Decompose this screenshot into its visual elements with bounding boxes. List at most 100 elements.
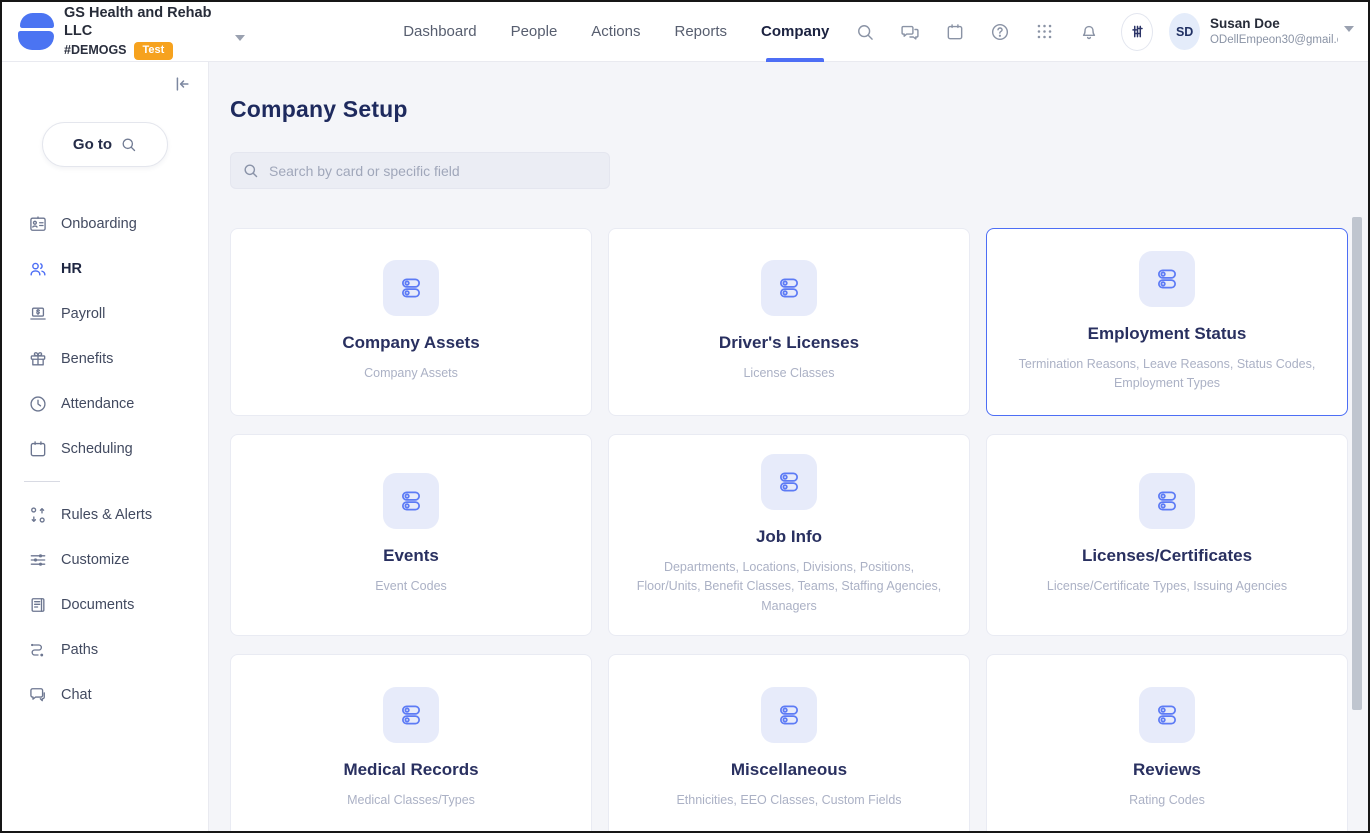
company-name: GS Health and Rehab LLC [64,4,213,40]
sidebar-item-label: Rules & Alerts [61,507,152,523]
user-menu[interactable]: Susan Doe ODellEmpeon30@gmail.co [1210,15,1338,47]
sidebar-item-payroll[interactable]: Payroll [2,291,208,336]
user-name: Susan Doe [1210,15,1338,33]
company-selector[interactable]: GS Health and Rehab LLC #DEMOGS Test [64,4,213,60]
collapse-sidebar-icon[interactable] [172,74,192,94]
sidebar-item-label: Documents [61,597,134,613]
card-medical-records[interactable]: Medical Records Medical Classes/Types [230,654,592,831]
setup-card-grid: Company Assets Company Assets Driver's L… [230,228,1348,831]
nav-actions[interactable]: Actions [591,2,640,61]
id-card-icon [28,214,48,234]
card-subtitle: License Classes [743,364,834,383]
sidebar-item-benefits[interactable]: Benefits [2,336,208,381]
nav-dashboard[interactable]: Dashboard [403,2,476,61]
nav-company[interactable]: Company [761,2,829,61]
sidebar-item-label: Scheduling [61,441,133,457]
filter-sliders-icon [1128,22,1147,41]
chevron-down-icon[interactable] [1344,26,1354,32]
user-email: ODellEmpeon30@gmail.co [1210,33,1338,48]
page-title: Company Setup [230,96,1344,123]
toggles-icon [1139,687,1195,743]
path-icon [28,640,48,660]
card-title: Medical Records [343,760,478,780]
search-icon [242,162,259,179]
nav-reports[interactable]: Reports [675,2,728,61]
main-nav: Dashboard People Actions Reports Company [403,2,829,61]
company-code: #DEMOGS [64,43,127,59]
toggles-icon [1139,473,1195,529]
top-header: GS Health and Rehab LLC #DEMOGS Test Das… [2,2,1368,62]
card-events[interactable]: Events Event Codes [230,434,592,636]
vertical-scrollbar[interactable] [1352,217,1362,710]
sidebar-item-paths[interactable]: Paths [2,627,208,672]
sidebar-item-onboarding[interactable]: Onboarding [2,201,208,246]
sidebar-item-label: Onboarding [61,216,137,232]
hub-settings-button[interactable] [1121,13,1153,51]
goto-label: Go to [73,136,112,153]
toggles-icon [761,687,817,743]
card-licenses-certificates[interactable]: Licenses/Certificates License/Certificat… [986,434,1348,636]
calendar-icon [28,439,48,459]
document-icon [28,595,48,615]
sidebar-menu: Onboarding HR Payroll Benefits Attendanc… [2,201,208,717]
calendar-icon[interactable] [945,22,965,42]
help-icon[interactable] [990,22,1010,42]
card-employment-status[interactable]: Employment Status Termination Reasons, L… [986,228,1348,416]
card-subtitle: Company Assets [364,364,458,383]
card-title: Employment Status [1088,324,1247,344]
sidebar-item-label: Customize [61,552,130,568]
sidebar-item-documents[interactable]: Documents [2,582,208,627]
clock-icon [28,394,48,414]
sidebar-item-scheduling[interactable]: Scheduling [2,426,208,471]
card-subtitle: Event Codes [375,577,447,596]
card-title: Miscellaneous [731,760,847,780]
card-title: Driver's Licenses [719,333,859,353]
card-search-input[interactable] [230,152,610,189]
card-job-info[interactable]: Job Info Departments, Locations, Divisio… [608,434,970,636]
sliders-icon [28,550,48,570]
sidebar-item-rules-alerts[interactable]: Rules & Alerts [2,492,208,537]
toggles-icon [383,260,439,316]
messages-icon[interactable] [900,22,920,42]
search-icon [120,136,137,153]
card-subtitle: Departments, Locations, Divisions, Posit… [635,558,943,616]
card-reviews[interactable]: Reviews Rating Codes [986,654,1348,831]
sidebar-item-label: Benefits [61,351,113,367]
goto-search-button[interactable]: Go to [42,122,168,167]
empeon-logo-icon[interactable] [18,13,54,51]
sidebar-item-customize[interactable]: Customize [2,537,208,582]
card-subtitle: Termination Reasons, Leave Reasons, Stat… [1013,355,1321,394]
people-icon [28,259,48,279]
test-badge: Test [134,42,174,60]
app-window: GS Health and Rehab LLC #DEMOGS Test Das… [0,0,1370,833]
bell-icon[interactable] [1079,22,1099,42]
sidebar-item-label: Paths [61,642,98,658]
apps-grid-icon[interactable] [1035,22,1054,41]
sidebar-item-chat[interactable]: Chat [2,672,208,717]
sidebar-item-label: Chat [61,687,92,703]
sidebar-item-label: Payroll [61,306,105,322]
card-subtitle: License/Certificate Types, Issuing Agenc… [1047,577,1287,596]
nav-people[interactable]: People [511,2,558,61]
card-company-assets[interactable]: Company Assets Company Assets [230,228,592,416]
main-content: Company Setup Company Assets Company Ass… [209,62,1368,831]
nav-company-label: Company [761,23,829,40]
card-drivers-licenses[interactable]: Driver's Licenses License Classes [608,228,970,416]
card-miscellaneous[interactable]: Miscellaneous Ethnicities, EEO Classes, … [608,654,970,831]
sidebar-item-attendance[interactable]: Attendance [2,381,208,426]
card-search [230,152,610,189]
toggles-icon [383,473,439,529]
card-title: Job Info [756,527,822,547]
card-title: Company Assets [342,333,479,353]
card-subtitle: Medical Classes/Types [347,791,475,810]
card-subtitle: Rating Codes [1129,791,1205,810]
sidebar-item-label: Attendance [61,396,134,412]
sidebar-item-hr[interactable]: HR [2,246,208,291]
chevron-down-icon[interactable] [235,35,245,41]
avatar[interactable]: SD [1169,13,1200,50]
header-icon-group [855,22,1099,42]
toggles-icon [383,687,439,743]
sidebar-item-label: HR [61,261,82,277]
search-icon[interactable] [855,22,875,42]
gift-icon [28,349,48,369]
